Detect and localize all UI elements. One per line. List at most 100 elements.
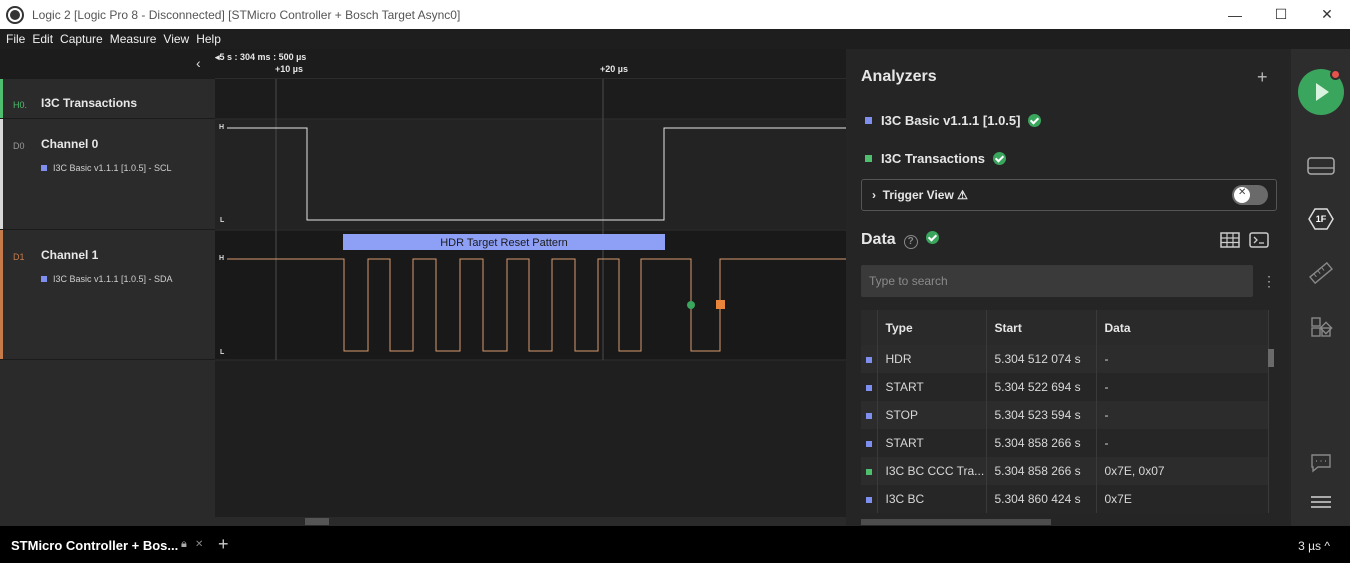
cell-type: HDR (877, 345, 987, 373)
cell-data: - (1096, 373, 1269, 401)
session-tab[interactable]: STMicro Controller + Bos... (11, 538, 178, 553)
row-color-square (866, 441, 872, 447)
table-view-icon[interactable] (1220, 232, 1240, 248)
row-color-square (866, 385, 872, 391)
data-search-input[interactable] (861, 265, 1253, 297)
row-color-cell (861, 345, 878, 373)
table-vertical-scrollbar[interactable] (1268, 349, 1274, 367)
menu-measure[interactable]: Measure (110, 32, 157, 46)
chat-icon[interactable] (1307, 452, 1335, 474)
row-color-cell (861, 485, 878, 513)
menu-view[interactable]: View (163, 32, 189, 46)
cell-type: START (877, 429, 987, 457)
terminal-view-icon[interactable] (1249, 232, 1269, 248)
scrollbar-thumb[interactable] (305, 518, 329, 525)
collapse-panel-icon[interactable]: ‹ (196, 55, 208, 71)
new-tab-button[interactable]: + (218, 534, 229, 555)
menu-capture[interactable]: Capture (60, 32, 103, 46)
column-header-type[interactable]: Type (877, 310, 987, 345)
channel-tag: H0. (13, 100, 28, 110)
trigger-view-toggle[interactable] (1232, 185, 1268, 205)
row-color-cell (861, 429, 878, 457)
high-level-label: H (219, 255, 224, 262)
close-tab-icon[interactable]: ✕ (195, 539, 203, 550)
analyzer-color-square (41, 165, 47, 171)
help-icon[interactable]: ? (903, 235, 918, 249)
analyzer-name: I3C Basic v1.1.1 [1.0.5] (881, 113, 1021, 128)
channel-analyzer-label: I3C Basic v1.1.1 [1.0.5] - SDA (41, 274, 173, 284)
menu-file[interactable]: File (6, 32, 25, 46)
start-marker-dot (687, 301, 695, 309)
column-header-data[interactable]: Data (1096, 310, 1269, 345)
table-row[interactable]: I3C BC 5.304 860 424 s 0x7E (861, 485, 1269, 513)
trigger-view-text: Trigger View (882, 188, 954, 202)
table-row[interactable]: HDR 5.304 512 074 s - (861, 345, 1269, 373)
stop-marker-square (716, 300, 725, 309)
waveform-view[interactable]: ◂5 s : 304 ms : 500 µs +10 µs +20 µs H L… (215, 49, 846, 526)
cell-type: START (877, 373, 987, 401)
chevron-right-icon: › (872, 188, 876, 202)
analyzer-item-i3c-basic[interactable]: I3C Basic v1.1.1 [1.0.5] (865, 113, 1042, 128)
menu-edit[interactable]: Edit (32, 32, 53, 46)
waveform-horizontal-scrollbar[interactable] (215, 517, 846, 526)
analyzers-panel: Analyzers + I3C Basic v1.1.1 [1.0.5] I3C… (846, 49, 1291, 526)
row-color-cell (861, 457, 878, 485)
analyzer-color-square (865, 155, 872, 162)
table-row[interactable]: START 5.304 522 694 s - (861, 373, 1269, 401)
table-header-row: Type Start Data (861, 310, 1269, 345)
channel-color-bar (0, 79, 3, 118)
maximize-button[interactable]: ☐ (1258, 0, 1304, 29)
cell-start: 5.304 522 694 s (986, 373, 1097, 401)
right-toolbar: 1F (1291, 49, 1350, 526)
row-color-square (866, 413, 872, 419)
table-row[interactable]: STOP 5.304 523 594 s - (861, 401, 1269, 429)
h0-row-bg (215, 79, 846, 119)
channel-row-d0[interactable]: D0 Channel 0 I3C Basic v1.1.1 [1.0.5] - … (0, 119, 215, 230)
close-button[interactable]: ✕ (1304, 0, 1350, 29)
row-color-cell (861, 373, 878, 401)
low-level-label: L (220, 217, 225, 224)
analyzer-color-square (865, 117, 872, 124)
analyzer-color-square (41, 276, 47, 282)
row-color-square (866, 357, 872, 363)
trigger-1f-icon[interactable]: 1F (1307, 208, 1335, 230)
channel-row-d1[interactable]: D1 Channel 1 I3C Basic v1.1.1 [1.0.5] - … (0, 230, 215, 360)
channel-name: Channel 1 (41, 248, 99, 262)
minimize-button[interactable]: — (1212, 0, 1258, 29)
column-header-start[interactable]: Start (986, 310, 1097, 345)
zoom-level[interactable]: 3 µs ^ (1298, 539, 1330, 553)
menu-help[interactable]: Help (196, 32, 221, 46)
more-options-icon[interactable]: ⋮ (1262, 273, 1276, 290)
analyzer-name: I3C Transactions (881, 151, 986, 166)
device-icon[interactable] (1307, 155, 1335, 177)
cell-start: 5.304 858 266 s (986, 429, 1097, 457)
table-row[interactable]: START 5.304 858 266 s - (861, 429, 1269, 457)
cell-type: I3C BC CCC Tra... (877, 457, 987, 485)
cell-start: 5.304 512 074 s (986, 345, 1097, 373)
title-bar: Logic 2 [Logic Pro 8 - Disconnected] [ST… (0, 0, 1350, 29)
table-row[interactable]: I3C BC CCC Tra... 5.304 858 266 s 0x7E, … (861, 457, 1269, 485)
menu-icon[interactable] (1307, 491, 1335, 513)
table-horizontal-scrollbar[interactable] (861, 519, 1051, 525)
cell-start: 5.304 523 594 s (986, 401, 1097, 429)
cell-data: - (1096, 345, 1269, 373)
channel-color-bar (0, 119, 3, 229)
channel-row-h0[interactable]: H0. I3C Transactions (0, 79, 215, 119)
row-color-square (866, 469, 872, 475)
analyzers-title: Analyzers (861, 68, 937, 85)
trigger-view-panel[interactable]: › Trigger View ⚠ (861, 179, 1277, 211)
window-title: Logic 2 [Logic Pro 8 - Disconnected] [ST… (32, 7, 461, 22)
channel-analyzer-label: I3C Basic v1.1.1 [1.0.5] - SCL (41, 163, 172, 173)
session-tab-bar: STMicro Controller + Bos... 🔒︎ ✕ + 3 µs … (0, 526, 1350, 563)
channel-panel-header: ‹ (0, 49, 215, 79)
extensions-icon[interactable] (1307, 316, 1335, 338)
data-table: Type Start Data HDR 5.304 512 074 s - ST… (861, 310, 1269, 513)
add-analyzer-button[interactable]: + (1257, 67, 1268, 88)
analyzer-item-i3c-transactions[interactable]: I3C Transactions (865, 151, 1007, 166)
lock-icon[interactable]: 🔒︎ (181, 538, 187, 551)
high-level-label: H (219, 124, 224, 131)
hdr-annotation-label: HDR Target Reset Pattern (440, 237, 568, 249)
data-title-text: Data (861, 231, 896, 248)
check-circle-icon (925, 231, 939, 244)
measure-ruler-icon[interactable] (1307, 262, 1335, 284)
